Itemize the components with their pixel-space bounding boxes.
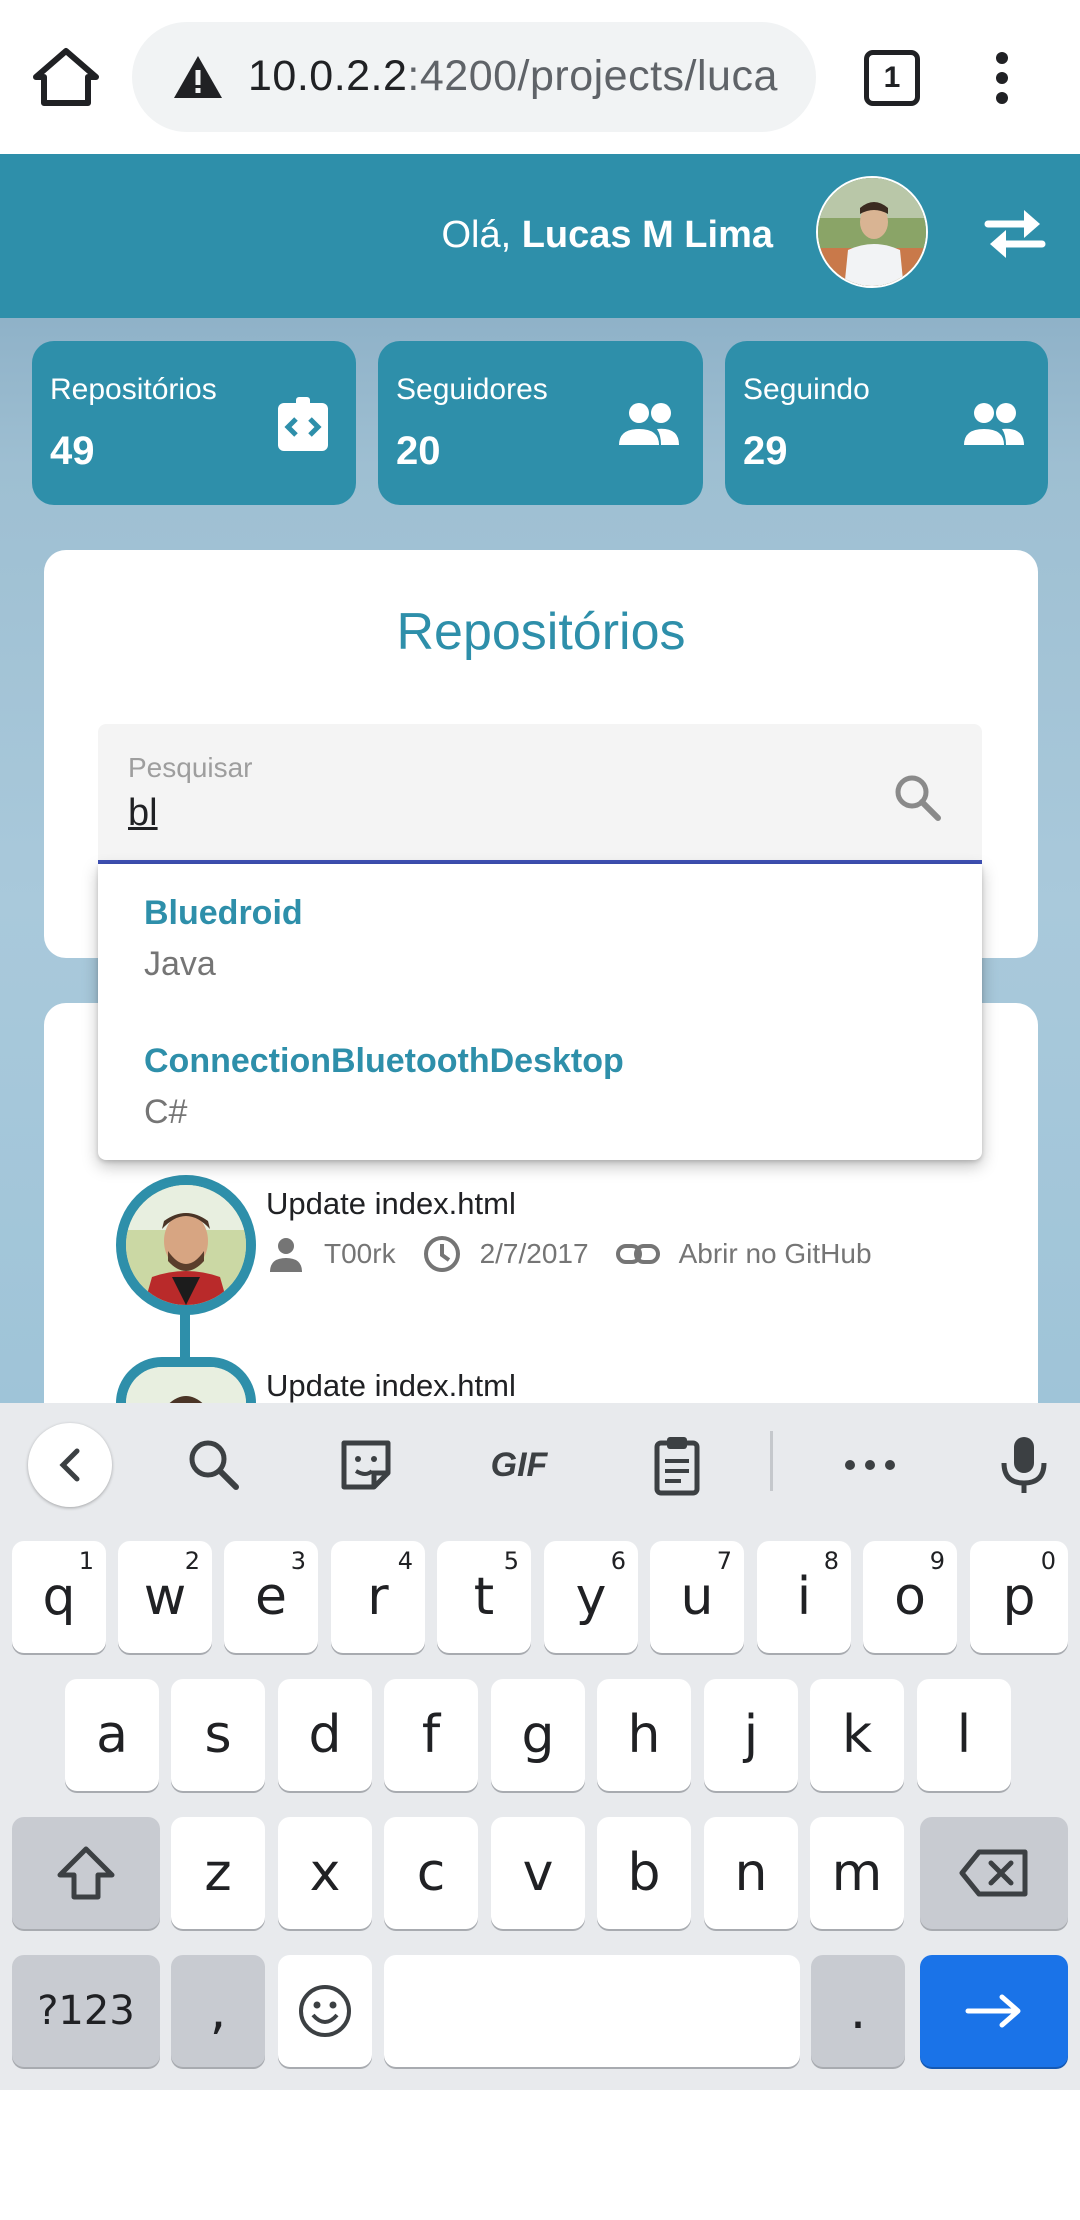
address-bar[interactable]: 10.0.2.2:4200/projects/luca xyxy=(132,22,816,132)
tab-switcher-button[interactable]: 1 xyxy=(864,50,920,106)
stat-label: Seguindo xyxy=(743,373,870,406)
key-u[interactable]: u7 xyxy=(650,1541,744,1653)
key-k[interactable]: k xyxy=(810,1679,904,1791)
sticker-icon[interactable] xyxy=(334,1433,398,1497)
link-icon[interactable] xyxy=(615,1234,661,1274)
clipboard-icon[interactable] xyxy=(645,1433,709,1497)
warning-icon[interactable] xyxy=(172,54,224,100)
stat-card-followers[interactable]: Seguidores 20 xyxy=(378,341,703,505)
url-text[interactable]: 10.0.2.2:4200/projects/luca xyxy=(248,52,778,101)
people-icon xyxy=(962,397,1026,453)
keyboard-row-4: ?123 , . xyxy=(0,1955,1080,2067)
key-l[interactable]: l xyxy=(917,1679,1011,1791)
stat-card-following[interactable]: Seguindo 29 xyxy=(725,341,1048,505)
keyboard-toolbar: GIF xyxy=(0,1403,1080,1521)
key-p[interactable]: p0 xyxy=(970,1541,1068,1653)
key-z[interactable]: z xyxy=(171,1817,265,1929)
chevron-left-icon[interactable] xyxy=(28,1423,112,1507)
key-b[interactable]: b xyxy=(597,1817,691,1929)
mic-icon[interactable] xyxy=(992,1433,1056,1497)
space-key[interactable] xyxy=(384,1955,800,2067)
clock-icon xyxy=(422,1234,462,1274)
search-icon[interactable] xyxy=(182,1433,246,1497)
commit-avatar xyxy=(116,1357,256,1403)
browser-toolbar: 10.0.2.2:4200/projects/luca 1 xyxy=(0,0,1080,154)
soft-keyboard: GIF q1 w2 e3 r4 t5 y6 u7 i8 o9 p0 a s d … xyxy=(0,1403,1080,2090)
key-x[interactable]: x xyxy=(278,1817,372,1929)
user-name: Lucas M Lima xyxy=(521,214,773,256)
swap-icon[interactable] xyxy=(980,202,1050,266)
backspace-key[interactable] xyxy=(920,1817,1068,1929)
home-icon[interactable] xyxy=(30,45,102,109)
key-t[interactable]: t5 xyxy=(437,1541,531,1653)
commit-avatar xyxy=(116,1175,256,1315)
commit-meta: T00rk 2/7/2017 Abrir no GitHub xyxy=(266,1234,872,1274)
emoji-key[interactable] xyxy=(278,1955,372,2067)
search-value[interactable]: bl xyxy=(128,792,158,835)
key-e[interactable]: e3 xyxy=(224,1541,318,1653)
key-h[interactable]: h xyxy=(597,1679,691,1791)
key-r[interactable]: r4 xyxy=(331,1541,425,1653)
stat-card-repositories[interactable]: Repositórios 49 xyxy=(32,341,356,505)
keyboard-row-2: a s d f g h j k l xyxy=(0,1679,1080,1791)
key-m[interactable]: m xyxy=(810,1817,904,1929)
search-input[interactable]: Pesquisar bl xyxy=(98,724,982,864)
commit-message: Update index.html xyxy=(266,1368,516,1403)
comma-key[interactable]: , xyxy=(171,1955,265,2067)
key-j[interactable]: j xyxy=(704,1679,798,1791)
avatar[interactable] xyxy=(816,176,928,288)
commit-message: Update index.html xyxy=(266,1186,516,1221)
key-s[interactable]: s xyxy=(171,1679,265,1791)
key-d[interactable]: d xyxy=(278,1679,372,1791)
code-repo-icon xyxy=(270,397,334,453)
suggestion-language: C# xyxy=(144,1093,188,1131)
key-q[interactable]: q1 xyxy=(12,1541,106,1653)
suggestion-name: Bluedroid xyxy=(144,894,303,932)
commit-date: 2/7/2017 xyxy=(479,1238,589,1269)
stat-value: 29 xyxy=(743,429,788,473)
greeting: Olá, Lucas M Lima xyxy=(441,214,773,257)
stat-value: 20 xyxy=(396,429,441,473)
app-header: Olá, Lucas M Lima xyxy=(0,154,1080,318)
keyboard-row-1: q1 w2 e3 r4 t5 y6 u7 i8 o9 p0 xyxy=(0,1541,1080,1653)
bottom-area xyxy=(0,2090,1080,2220)
more-vert-icon[interactable] xyxy=(982,50,1022,106)
key-w[interactable]: w2 xyxy=(118,1541,212,1653)
enter-key[interactable] xyxy=(920,1955,1068,2067)
person-icon xyxy=(266,1234,306,1274)
suggestion-name: ConnectionBluetoothDesktop xyxy=(144,1042,624,1080)
symbols-key[interactable]: ?123 xyxy=(12,1955,160,2067)
key-y[interactable]: y6 xyxy=(544,1541,638,1653)
keyboard-row-3: z x c v b n m xyxy=(0,1817,1080,1929)
search-label: Pesquisar xyxy=(128,752,253,783)
key-i[interactable]: i8 xyxy=(757,1541,851,1653)
greeting-text: Olá, xyxy=(441,214,512,256)
key-v[interactable]: v xyxy=(491,1817,585,1929)
url-path: :4200/projects/luca xyxy=(407,52,778,100)
key-c[interactable]: c xyxy=(384,1817,478,1929)
suggestion-language: Java xyxy=(144,945,216,983)
toolbar-divider xyxy=(770,1431,773,1491)
more-horiz-icon[interactable] xyxy=(838,1433,902,1497)
url-host: 10.0.2.2 xyxy=(248,52,408,100)
shift-key[interactable] xyxy=(12,1817,160,1929)
key-a[interactable]: a xyxy=(65,1679,159,1791)
search-icon[interactable] xyxy=(892,772,942,822)
stat-label: Seguidores xyxy=(396,373,548,406)
commit-author: T00rk xyxy=(324,1238,396,1269)
suggestion-item[interactable]: ConnectionBluetoothDesktop C# xyxy=(144,1042,624,1132)
autocomplete-dropdown: Bluedroid Java ConnectionBluetoothDeskto… xyxy=(98,864,982,1160)
key-f[interactable]: f xyxy=(384,1679,478,1791)
suggestion-item[interactable]: Bluedroid Java xyxy=(144,894,303,984)
people-icon xyxy=(617,397,681,453)
key-o[interactable]: o9 xyxy=(863,1541,957,1653)
page-title: Repositórios xyxy=(396,603,686,661)
open-github-link[interactable]: Abrir no GitHub xyxy=(679,1238,872,1270)
key-g[interactable]: g xyxy=(491,1679,585,1791)
stat-value: 49 xyxy=(50,429,95,473)
period-key[interactable]: . xyxy=(811,1955,905,2067)
stat-label: Repositórios xyxy=(50,373,217,406)
gif-button[interactable]: GIF xyxy=(484,1433,554,1497)
key-n[interactable]: n xyxy=(704,1817,798,1929)
